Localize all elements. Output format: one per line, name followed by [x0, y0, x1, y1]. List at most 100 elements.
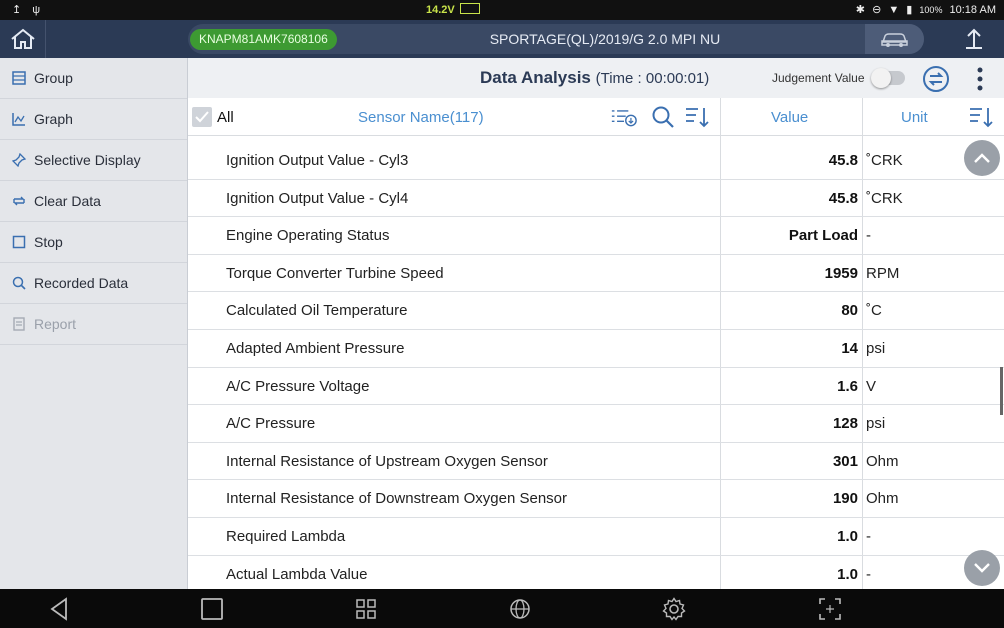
- sensor-name: Torque Converter Turbine Speed: [226, 264, 444, 282]
- column-divider: [720, 367, 721, 405]
- stop-icon: [10, 233, 28, 251]
- browser-button[interactable]: [506, 595, 534, 623]
- toggle-knob: [871, 68, 891, 88]
- table-row[interactable]: Torque Converter Turbine Speed 1959 RPM: [188, 254, 1004, 293]
- sort-unit-button[interactable]: [968, 105, 994, 129]
- screenshot-icon: [819, 598, 841, 620]
- table-row[interactable]: Calculated Oil Temperature 80 ˚C: [188, 292, 1004, 330]
- column-divider: [862, 292, 863, 329]
- elapsed-time: (Time : 00:00:01): [595, 70, 710, 87]
- table-row[interactable]: Ignition Output Value - Cyl4 45.8 ˚CRK: [188, 179, 1004, 218]
- sidebar-item-report: Report: [0, 304, 187, 345]
- screenshot-button[interactable]: [816, 595, 844, 623]
- sort-icon: [970, 108, 993, 128]
- chevron-up-icon: [974, 153, 990, 163]
- android-nav-bar: [0, 589, 1004, 628]
- more-options-button[interactable]: [970, 64, 990, 94]
- voltage-indicator: 14.2V: [426, 3, 480, 16]
- sidebar-item-label: Clear Data: [34, 193, 101, 209]
- table-row[interactable]: A/C Pressure 128 psi: [188, 405, 1004, 443]
- column-divider: [862, 142, 863, 179]
- column-divider: [720, 555, 721, 593]
- sensor-name: Internal Resistance of Downstream Oxygen…: [226, 490, 567, 508]
- home-button[interactable]: [0, 20, 46, 58]
- table-row[interactable]: Ignition Output Value - Cyl3 45.8 ˚CRK: [188, 142, 1004, 180]
- unit-header[interactable]: Unit: [901, 109, 928, 126]
- sensor-value: 1959: [824, 264, 858, 282]
- sidebar-item-group[interactable]: Group: [0, 58, 187, 99]
- sidebar-item-stop[interactable]: Stop: [0, 222, 187, 263]
- overview-button[interactable]: [198, 595, 226, 623]
- sensor-name: Ignition Output Value - Cyl4: [226, 189, 409, 207]
- column-divider: [720, 329, 721, 367]
- sidebar-item-recorded-data[interactable]: Recorded Data: [0, 263, 187, 304]
- sensor-unit: ˚CRK: [866, 189, 903, 207]
- sidebar-item-label: Graph: [34, 111, 73, 127]
- sidebar-item-label: Group: [34, 70, 73, 86]
- filter-list-button[interactable]: [611, 105, 637, 129]
- sidebar-item-clear-data[interactable]: Clear Data: [0, 181, 187, 222]
- sensor-value: 45.8: [828, 152, 858, 169]
- table-row[interactable]: Adapted Ambient Pressure 14 psi: [188, 329, 1004, 368]
- status-bar: ↥ ψ 14.2V ✱ ⊖ ▼ ▮ 100% 10:18 AM: [0, 0, 1004, 20]
- column-divider: [862, 329, 863, 367]
- check-icon: [195, 111, 209, 123]
- car-icon: [880, 33, 908, 47]
- table-row[interactable]: Internal Resistance of Upstream Oxygen S…: [188, 442, 1004, 481]
- column-divider: [862, 442, 863, 480]
- swap-button[interactable]: [921, 64, 951, 94]
- sensor-unit: -: [866, 565, 871, 583]
- sensor-table: Ignition Output Value - Cyl3 45.8 ˚CRK Igni…: [188, 142, 1004, 594]
- apps-button[interactable]: [352, 595, 380, 623]
- upload-icon: ↥: [12, 4, 22, 16]
- judgement-toggle[interactable]: [871, 68, 905, 88]
- status-right: ✱ ⊖ ▼ ▮ 100% 10:18 AM: [852, 3, 996, 16]
- sensor-unit: psi: [866, 415, 886, 433]
- back-button[interactable]: [45, 595, 73, 623]
- more-vertical-icon: [977, 67, 983, 91]
- vehicle-info-button[interactable]: [865, 24, 924, 54]
- sidebar-item-selective-display[interactable]: Selective Display: [0, 140, 187, 181]
- sensor-unit: -: [866, 227, 871, 245]
- sensor-unit: ˚C: [866, 302, 882, 320]
- sensor-value: 128: [832, 415, 858, 433]
- search-icon: [652, 106, 674, 128]
- globe-icon: [510, 599, 530, 619]
- sensor-unit: psi: [866, 339, 886, 357]
- sensor-name: Internal Resistance of Upstream Oxygen S…: [226, 452, 548, 470]
- voltage-text: 14.2V: [426, 4, 455, 16]
- sidebar-item-graph[interactable]: Graph: [0, 99, 187, 140]
- table-row[interactable]: Engine Operating Status Part Load -: [188, 217, 1004, 255]
- scrollbar[interactable]: [1000, 367, 1003, 415]
- settings-button[interactable]: [660, 595, 688, 623]
- table-row[interactable]: Required Lambda 1.0-: [188, 517, 1004, 556]
- column-divider: [862, 98, 863, 136]
- back-icon: [50, 597, 67, 621]
- scroll-down-button[interactable]: [964, 550, 1000, 586]
- sensor-value: 301: [832, 452, 858, 470]
- sensor-name-header[interactable]: Sensor Name(117): [358, 109, 484, 126]
- sensor-unit: -: [866, 527, 871, 545]
- title-bar: Data Analysis (Time : 00:00:01) Judgemen…: [188, 58, 1004, 98]
- dnd-icon: ⊖: [872, 4, 882, 16]
- vehicle-title: SPORTAGE(QL)/2019/G 2.0 MPI NU: [489, 31, 721, 47]
- sensor-value: 45.8: [828, 189, 858, 207]
- column-divider: [720, 254, 721, 292]
- sensor-value: 1.6: [837, 377, 858, 395]
- select-all-checkbox[interactable]: [192, 107, 212, 127]
- table-row[interactable]: Internal Resistance of Downstream Oxygen…: [188, 480, 1004, 518]
- gear-icon: [662, 597, 686, 621]
- sensor-name: A/C Pressure: [226, 415, 316, 433]
- wifi-icon: ▼: [888, 4, 900, 16]
- value-header[interactable]: Value: [771, 109, 808, 126]
- sort-sensor-button[interactable]: [684, 105, 710, 129]
- column-divider: [862, 254, 863, 292]
- sidebar-item-label: Stop: [34, 234, 63, 250]
- search-button[interactable]: [650, 105, 676, 129]
- scroll-up-button[interactable]: [964, 140, 1000, 176]
- sidebar-item-label: Recorded Data: [34, 275, 129, 291]
- table-row[interactable]: Actual Lambda Value 1.0-: [188, 555, 1004, 594]
- export-button[interactable]: [950, 20, 998, 58]
- select-all-label: All: [217, 109, 234, 126]
- table-row[interactable]: A/C Pressure Voltage 1.6 V: [188, 367, 1004, 406]
